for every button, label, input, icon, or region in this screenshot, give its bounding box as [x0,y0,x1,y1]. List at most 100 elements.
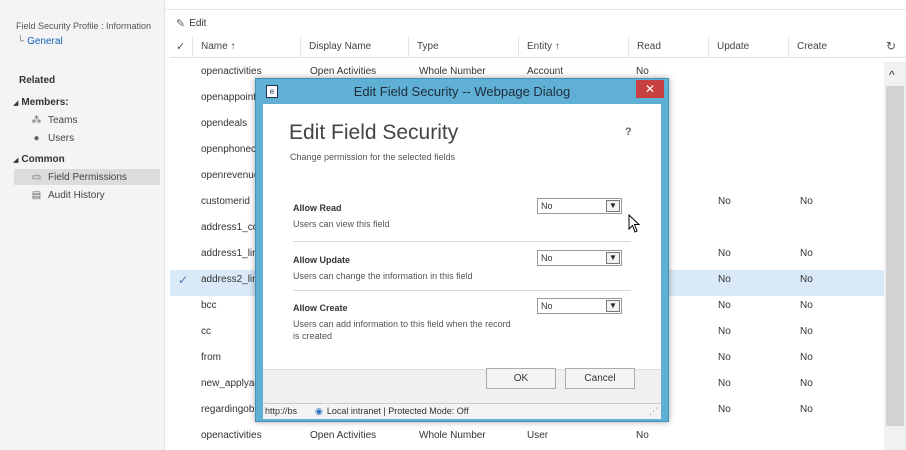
chevron-down-icon[interactable]: ▼ [606,300,620,312]
cell-display: Open Activities [310,66,377,77]
cell-update: No [718,326,731,337]
cell-name: regardingob [201,404,255,415]
cell-name: openactivities [201,66,262,77]
ok-button[interactable]: OK [486,368,556,389]
edit-icon: ✎ [176,17,186,30]
nav-general-label: General [27,36,63,47]
globe-icon: ◉ [315,406,323,416]
cell-name: address1_lin [201,248,258,259]
allow-create-label: Allow Create [293,303,348,313]
allow-read-label: Allow Read [293,203,342,213]
scroll-thumb[interactable] [886,86,904,426]
cell-create: No [800,404,813,415]
allow-create-value: No [541,301,553,311]
nav-item-audit-history[interactable]: ▤ Audit History [30,187,105,203]
chevron-down-icon[interactable]: ▼ [606,252,620,264]
cell-entity: Account [527,66,564,77]
cell-create: No [800,248,813,259]
nav-item-users-label: Users [48,132,75,144]
allow-update-select[interactable]: No ▼ [537,250,622,266]
cell-read: No [636,430,649,441]
breadcrumb: Field Security Profile : Information [16,21,152,31]
status-zone-text: Local intranet | Protected Mode: Off [326,406,469,416]
dialog-subheading: Change permission for the selected field… [290,152,456,162]
teams-icon: ⁂ [31,114,42,126]
cell-update: No [718,248,731,259]
nav-item-field-permissions[interactable]: ▭ Field Permissions [14,169,160,185]
allow-update-description: Users can change the information in this… [293,271,473,281]
dialog-heading: Edit Field Security [289,121,459,144]
cell-name: openactivities [201,430,262,441]
audit-history-icon: ▤ [31,189,42,201]
cell-name: customerid [201,196,250,207]
cell-read: No [636,66,649,77]
members-group[interactable]: ◢ Members: [13,97,69,108]
column-header-update[interactable]: Update [708,36,788,58]
cell-name: address1_co [201,222,259,233]
cell-name: from [201,352,221,363]
cell-update: No [718,196,731,207]
mouse-cursor-icon [628,214,640,233]
nav-item-teams[interactable]: ⁂ Teams [30,112,78,128]
resize-grip-icon[interactable]: ⋰ [649,404,658,419]
cell-create: No [800,378,813,389]
cell-create: No [800,300,813,311]
nav-item-users[interactable]: ● Users [30,130,74,146]
allow-read-description: Users can view this field [293,219,390,229]
nav-item-audit-history-label: Audit History [48,189,105,201]
divider [293,290,631,291]
dialog-body: Edit Field Security Change permission fo… [263,104,661,369]
cell-name: openappoint [201,92,257,103]
cell-update: No [718,352,731,363]
column-header-create[interactable]: Create [788,36,884,58]
column-header-read[interactable]: Read [628,36,708,58]
collapse-triangle-icon: ◢ [13,157,19,164]
allow-read-select[interactable]: No ▼ [537,198,622,214]
members-label: Members: [21,97,69,108]
cell-update: No [718,274,731,285]
column-header-entity[interactable]: Entity ↑ [518,36,628,58]
left-navigation: Field Security Profile : Information └ Ge… [0,0,165,450]
allow-create-select[interactable]: No ▼ [537,298,622,314]
edit-button[interactable]: Edit [189,18,206,29]
status-zone: ◉ Local intranet | Protected Mode: Off [315,404,469,419]
divider [293,241,631,242]
screen: Field Security Profile : Information └ Ge… [0,0,906,450]
cell-name: cc [201,326,211,337]
dialog-close-button[interactable]: ✕ [636,80,664,98]
help-icon[interactable]: ? [625,126,632,138]
allow-read-value: No [541,201,553,211]
row-check-icon[interactable]: ✓ [178,273,188,287]
refresh-icon[interactable]: ↻ [886,39,896,53]
nav-general-link[interactable]: └ General [17,36,63,47]
collapse-triangle-icon: ◢ [13,100,19,107]
cell-type: Whole Number [419,430,486,441]
cell-name: opendeals [201,118,248,129]
chevron-down-icon[interactable]: ▼ [606,200,620,212]
field-permissions-icon: ▭ [31,171,42,183]
cell-name: new_applyac [201,378,260,389]
cell-create: No [800,196,813,207]
column-header-name[interactable]: Name ↑ [192,36,300,58]
cell-create: No [800,326,813,337]
toolbar: ✎ Edit [170,13,206,33]
table-row[interactable]: openactivities Open Activities Whole Numbe… [170,426,884,450]
cell-update: No [718,404,731,415]
cell-update: No [718,378,731,389]
nav-item-field-permissions-label: Field Permissions [48,171,127,183]
related-heading: Related [19,75,56,86]
corner-icon: └ [17,36,25,47]
cell-name: bcc [201,300,217,311]
cancel-button[interactable]: Cancel [565,368,635,389]
cell-type: Whole Number [419,66,486,77]
status-bar: http://bs ◉ Local intranet | Protected Mo… [263,403,661,419]
select-all-checkbox[interactable]: ✓ [176,40,185,53]
common-label: Common [21,154,65,165]
common-group[interactable]: ◢ Common [13,154,65,165]
status-url: http://bs [265,406,298,416]
vertical-scrollbar[interactable]: ^ [884,62,906,450]
cell-display: Open Activities [310,430,377,441]
scroll-up-icon[interactable]: ^ [889,68,895,82]
column-header-display-name[interactable]: Display Name [300,36,408,58]
column-header-type[interactable]: Type [408,36,518,58]
